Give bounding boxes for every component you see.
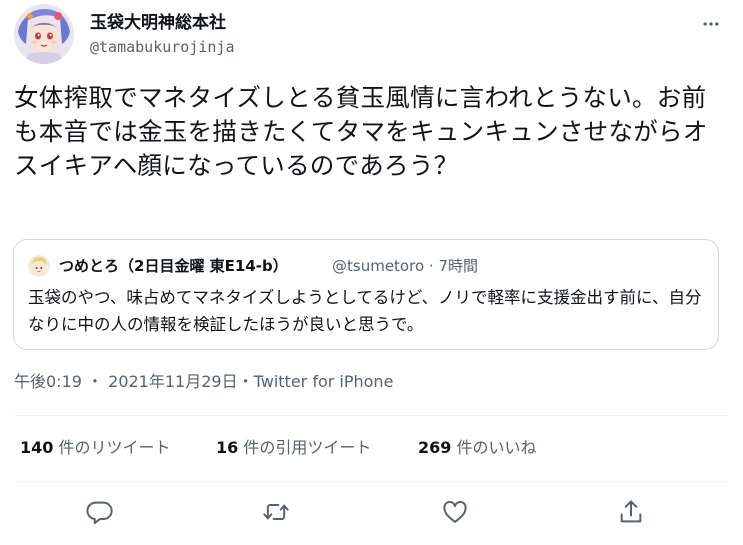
timestamp-separator: ・ xyxy=(87,372,104,391)
tweet-source[interactable]: Twitter for iPhone xyxy=(254,372,394,391)
retweet-count: 140 xyxy=(20,438,54,457)
tweet-body-text: 女体搾取でマネタイズしとる貧玉風情に言われとうない。お前も本音では金玉を描きたく… xyxy=(14,83,708,180)
more-options-button[interactable] xyxy=(701,14,721,34)
heart-icon xyxy=(443,500,467,523)
author-avatar-image xyxy=(14,4,74,64)
tweet-time[interactable]: 午後0:19 xyxy=(14,372,82,391)
tweet-timestamp: 午後0:19 ・ 2021年11月29日・Twitter for iPhone xyxy=(14,371,393,393)
quote-count-link[interactable]: 16 件の引用ツイート xyxy=(216,435,371,461)
retweet-count-link[interactable]: 140 件のリツイート xyxy=(20,435,171,461)
quote-count: 16 xyxy=(216,438,239,457)
like-count-link[interactable]: 269 件のいいね xyxy=(418,435,537,461)
retweet-label: 件のリツイート xyxy=(58,438,171,457)
reply-icon xyxy=(86,501,113,525)
like-label: 件のいいね xyxy=(456,438,537,457)
tweet-header: 玉袋大明神総本社 @tamabukurojinja xyxy=(14,4,729,64)
quote-label: 件の引用ツイート xyxy=(243,438,372,457)
more-horizontal-icon xyxy=(703,22,719,26)
quoted-tweet-header: つめとろ（2日目金曜 東E14-b） @tsumetoro · 7時間 xyxy=(28,253,704,279)
quoted-author-avatar-image xyxy=(28,255,50,277)
quoted-tweet-meta: @tsumetoro · 7時間 xyxy=(332,253,478,279)
author-display-name[interactable]: 玉袋大明神総本社 xyxy=(90,13,226,33)
author-handle[interactable]: @tamabukurojinja xyxy=(90,37,235,57)
quoted-author-name: つめとろ（2日目金曜 東E14-b） xyxy=(59,257,288,275)
share-icon xyxy=(620,500,642,523)
quoted-author-avatar xyxy=(28,255,50,277)
author-avatar[interactable] xyxy=(14,4,74,64)
like-count: 269 xyxy=(418,438,452,457)
share-button[interactable] xyxy=(617,498,645,526)
quoted-tweet-time: 7時間 xyxy=(438,257,479,275)
quoted-tweet-card[interactable]: つめとろ（2日目金曜 東E14-b） @tsumetoro · 7時間 玉袋のや… xyxy=(13,239,719,350)
source-separator: ・ xyxy=(237,372,254,391)
retweet-icon xyxy=(263,504,289,520)
quoted-author-handle: @tsumetoro xyxy=(332,257,425,275)
reply-button[interactable] xyxy=(86,498,114,526)
divider-bottom xyxy=(14,481,729,482)
divider-top xyxy=(14,415,729,416)
tweet-date[interactable]: 2021年11月29日 xyxy=(108,372,237,391)
quoted-meta-separator: · xyxy=(428,257,434,275)
quoted-tweet-text: 玉袋のやつ、味占めてマネタイズしようとしてるけど、ノリで軽率に支援金出す前に、自… xyxy=(28,288,702,334)
like-button[interactable] xyxy=(441,498,469,526)
retweet-button[interactable] xyxy=(262,498,290,526)
tweet-actions xyxy=(14,492,729,532)
